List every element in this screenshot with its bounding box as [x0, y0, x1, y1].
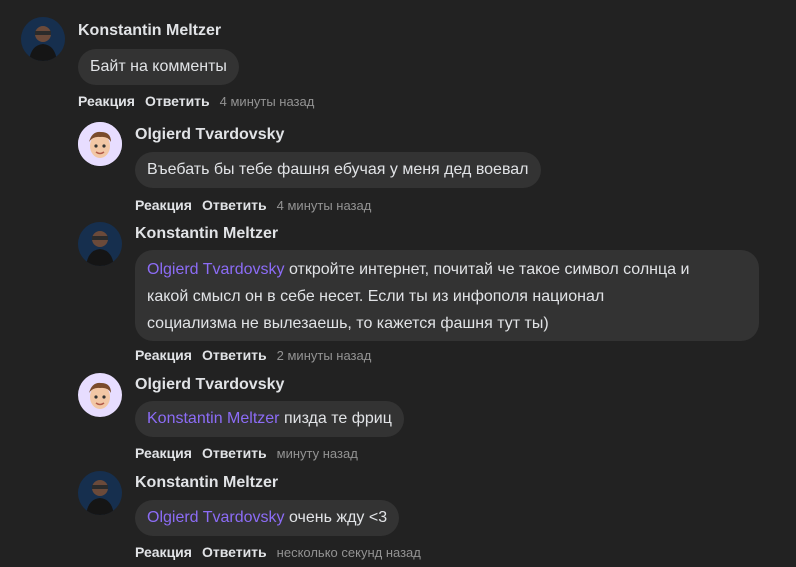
comments-feed: Konstantin Meltzer Байт на комменты Реак… [0, 0, 796, 567]
comment-actions: Реакция Ответить несколько секунд назад [135, 544, 421, 560]
comment-text: очень жду <3 [288, 509, 388, 526]
mention-link[interactable]: Olgierd Tvardovsky [147, 509, 285, 526]
reply-button[interactable]: Ответить [202, 544, 267, 560]
comment-time[interactable]: несколько секунд назад [277, 545, 421, 560]
react-button[interactable]: Реакция [135, 544, 192, 560]
comment-author[interactable]: Konstantin Meltzer [135, 474, 278, 492]
comment-bubble: Olgierd Tvardovsky очень жду <3 [135, 500, 400, 536]
photo-avatar-icon[interactable] [78, 471, 122, 515]
comment: Konstantin Meltzer Olgierd Tvardovsky оч… [0, 0, 796, 567]
